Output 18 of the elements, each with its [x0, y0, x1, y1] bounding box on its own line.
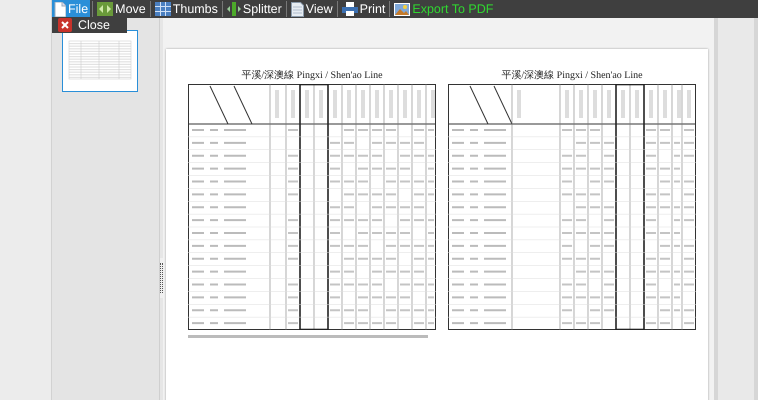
toolbar-button[interactable]: Splitter — [224, 0, 284, 18]
printer-icon — [342, 2, 358, 16]
table-title: 平溪/深澳線 Pingxi / Shen'ao Line — [241, 69, 383, 82]
toolbar-button[interactable]: Thumbs — [152, 0, 220, 18]
close-icon — [58, 18, 72, 32]
arrows-icon — [97, 2, 114, 16]
page-thumbnail[interactable] — [62, 30, 138, 92]
picture-icon — [394, 2, 410, 16]
splitter-icon — [226, 2, 241, 16]
toolbar-button[interactable]: Export To PDF — [392, 0, 496, 18]
document-icon — [54, 2, 66, 16]
toolbar-button[interactable]: Print — [340, 0, 388, 18]
menu-item[interactable]: Close — [52, 17, 116, 33]
toolbar-button[interactable]: View — [288, 0, 335, 18]
toolbar-button[interactable]: Move — [95, 0, 148, 18]
grid-icon — [154, 2, 171, 16]
table-title: 平溪/深澳線 Pingxi / Shen'ao Line — [501, 69, 643, 82]
scrollbar[interactable] — [714, 18, 758, 400]
